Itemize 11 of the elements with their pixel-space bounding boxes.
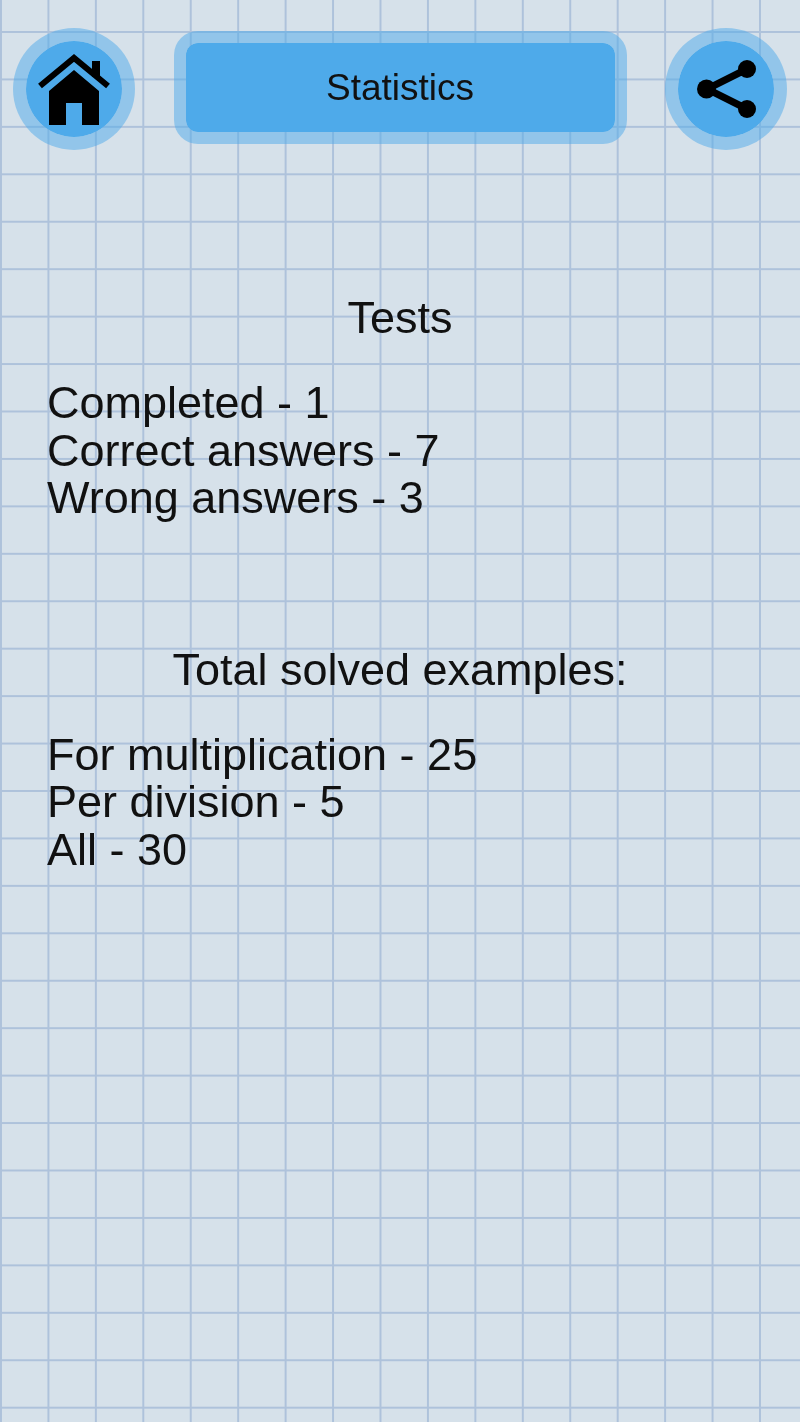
share-icon (696, 60, 756, 118)
section-heading: Tests (347, 294, 453, 342)
stat-line: For multiplication - 25 (47, 730, 478, 778)
house-icon (37, 53, 111, 125)
stat-line: All - 30 (47, 825, 188, 873)
section-heading: Total solved examples: (172, 645, 628, 694)
stat-line: Completed - 1 (47, 379, 330, 427)
title-banner: Statistics (173, 31, 627, 144)
stat-line: Wrong answers - 3 (47, 474, 424, 522)
stat-line: Per division - 5 (47, 778, 345, 826)
stat-line: Correct answers - 7 (47, 426, 440, 474)
